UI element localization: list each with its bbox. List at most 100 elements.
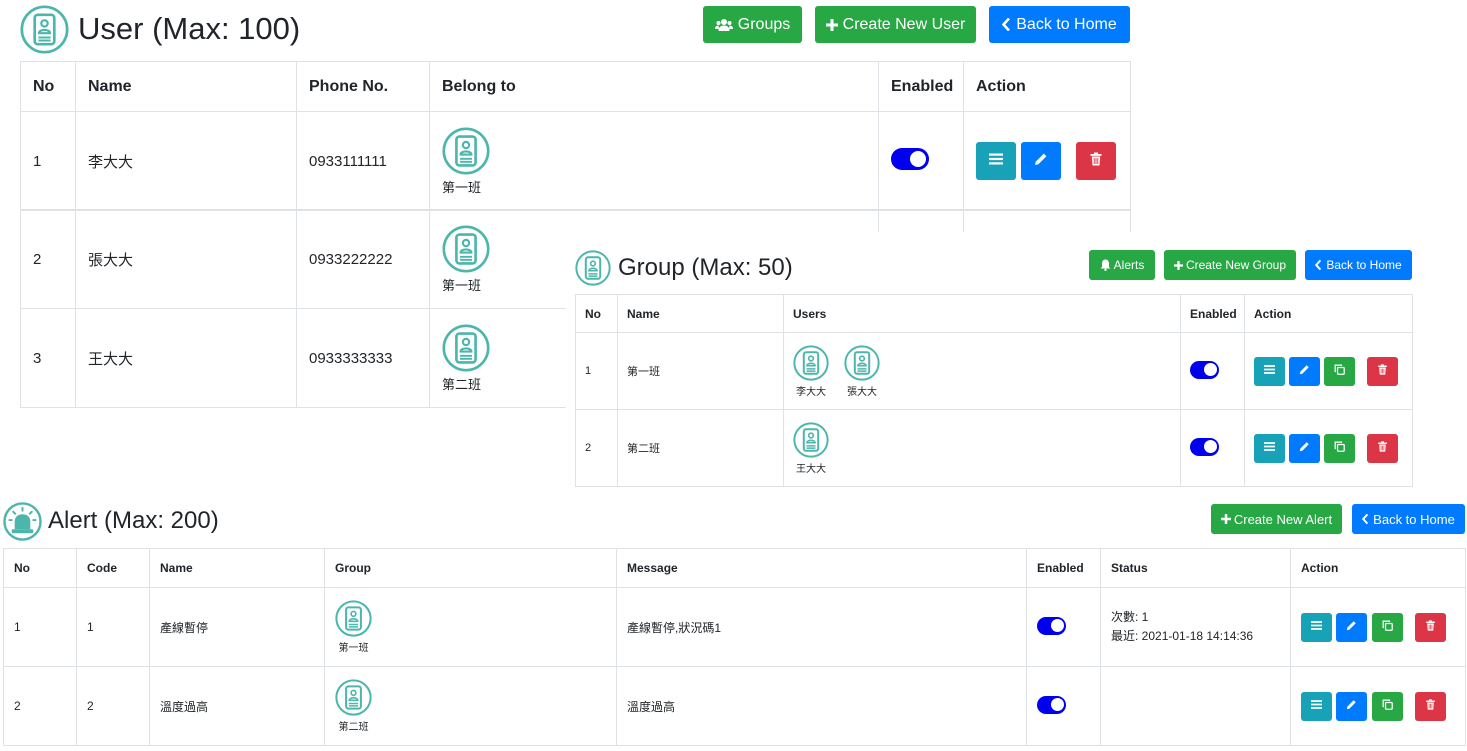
- user-badge-label: 王大大: [796, 463, 826, 475]
- row-group: 第一班: [324, 587, 617, 667]
- group-table: No Name Users Enabled Action 1 第一班 李大大 張…: [575, 294, 1413, 487]
- pencil-icon: [1034, 152, 1048, 170]
- col-header: Status: [1100, 548, 1291, 588]
- edit-button[interactable]: [1021, 142, 1062, 180]
- pencil-icon: [1346, 620, 1357, 634]
- enabled-toggle[interactable]: [1190, 360, 1219, 379]
- group-badge[interactable]: 第二班: [442, 323, 490, 393]
- enabled-toggle[interactable]: [891, 148, 929, 170]
- groups-button[interactable]: Groups: [703, 6, 802, 43]
- row-message: 溫度過高: [616, 666, 1027, 746]
- row-phone: 0933111111: [296, 111, 430, 211]
- group-badge-label: 第一班: [338, 643, 369, 654]
- copy-button[interactable]: [1324, 433, 1356, 463]
- list-button[interactable]: [976, 142, 1016, 180]
- user-badge-label: 張大大: [847, 386, 878, 398]
- col-header: No: [20, 61, 76, 112]
- row-name: 產線暫停: [149, 587, 325, 667]
- back-to-home-label: Back to Home: [1326, 258, 1402, 272]
- user-table-continued: 2 張大大 0933222222 第一班 3 王大大 0933333333 第二…: [0, 209, 1131, 412]
- siren-icon: [3, 501, 42, 541]
- user-badge[interactable]: 張大大: [844, 344, 880, 398]
- create-new-alert-button[interactable]: Create New Alert: [1211, 504, 1342, 534]
- group-badge-label: 第一班: [442, 277, 482, 293]
- group-badge-label: 第二班: [338, 722, 369, 733]
- delete-button[interactable]: [1367, 433, 1399, 463]
- col-header: No: [575, 294, 618, 333]
- alerts-button-label: Alerts: [1113, 258, 1145, 272]
- row-name: 王大大: [75, 308, 297, 408]
- group-panel: Group (Max: 50) Alerts Create New Group …: [566, 232, 1418, 490]
- group-badge-label: 第一班: [442, 179, 482, 195]
- alert-table-header: No Code Name Group Message Enabled Statu…: [3, 548, 1466, 588]
- group-title-text: Group (Max: 50): [618, 254, 793, 281]
- delete-button[interactable]: [1415, 691, 1447, 721]
- create-new-group-label: Create New Group: [1185, 258, 1287, 272]
- group-badge-icon: [442, 224, 490, 273]
- user-title-text: User (Max: 100): [78, 11, 301, 46]
- user-badge[interactable]: 李大大: [793, 344, 829, 398]
- back-to-home-button[interactable]: Back to Home: [1305, 250, 1412, 280]
- plus-icon: [825, 18, 838, 31]
- row-actions: [1290, 666, 1466, 746]
- chevron-left-icon: [1362, 514, 1369, 524]
- user-badge[interactable]: 王大大: [793, 421, 829, 475]
- back-to-home-button[interactable]: Back to Home: [989, 6, 1130, 43]
- edit-button[interactable]: [1289, 433, 1321, 463]
- trash-icon: [1425, 620, 1436, 634]
- copy-icon: [1382, 699, 1393, 713]
- group-title: Group (Max: 50): [575, 249, 793, 287]
- row-users: 王大大: [783, 409, 1181, 487]
- row-users: 李大大 張大大: [783, 332, 1181, 410]
- group-badge[interactable]: 第一班: [335, 600, 372, 654]
- row-code: 1: [76, 587, 150, 667]
- edit-button[interactable]: [1336, 691, 1368, 721]
- status-count: 次數: 1: [1111, 610, 1149, 624]
- copy-button[interactable]: [1371, 691, 1403, 721]
- col-header: Code: [76, 548, 150, 588]
- group-badge[interactable]: 第二班: [335, 679, 372, 733]
- row-actions: [1290, 587, 1466, 667]
- row-no: 2: [575, 409, 618, 487]
- row-actions: [1244, 409, 1413, 487]
- col-header: Name: [149, 548, 325, 588]
- row-code: 2: [76, 666, 150, 746]
- col-header: Group: [324, 548, 617, 588]
- table-row: 2 2 溫度過高 第二班 溫度過高: [3, 666, 1466, 746]
- delete-button[interactable]: [1367, 356, 1399, 386]
- copy-button[interactable]: [1371, 612, 1403, 642]
- create-new-group-button[interactable]: Create New Group: [1164, 250, 1296, 280]
- delete-button[interactable]: [1076, 142, 1117, 180]
- list-button[interactable]: [1301, 691, 1332, 721]
- enabled-toggle[interactable]: [1190, 437, 1219, 456]
- row-group: 第二班: [324, 666, 617, 746]
- group-badge[interactable]: 第一班: [442, 224, 490, 294]
- row-enabled: [1026, 587, 1101, 667]
- alerts-button[interactable]: Alerts: [1089, 250, 1155, 280]
- list-button[interactable]: [1301, 612, 1332, 642]
- list-button[interactable]: [1254, 356, 1285, 386]
- col-header: Phone No.: [296, 61, 430, 112]
- col-header: Enabled: [1180, 294, 1245, 333]
- delete-button[interactable]: [1415, 612, 1447, 642]
- alert-title-text: Alert (Max: 200): [48, 507, 219, 534]
- create-new-user-button[interactable]: Create New User: [815, 6, 976, 43]
- alert-title: Alert (Max: 200): [3, 501, 219, 541]
- row-no: 2: [20, 209, 76, 309]
- edit-button[interactable]: [1289, 356, 1321, 386]
- edit-button[interactable]: [1336, 612, 1368, 642]
- groups-button-label: Groups: [737, 15, 791, 33]
- back-to-home-button[interactable]: Back to Home: [1352, 504, 1465, 534]
- copy-icon: [1334, 364, 1345, 378]
- group-badge[interactable]: 第一班: [442, 126, 490, 196]
- enabled-toggle[interactable]: [1037, 616, 1066, 635]
- create-new-user-label: Create New User: [842, 15, 966, 33]
- col-header: Belong to: [429, 61, 879, 112]
- alert-table: No Code Name Group Message Enabled Statu…: [3, 548, 1466, 746]
- list-button[interactable]: [1254, 433, 1285, 463]
- row-status: 次數: 1 最近: 2021-01-18 14:14:36: [1100, 587, 1291, 667]
- enabled-toggle[interactable]: [1037, 695, 1066, 714]
- trash-icon: [1089, 152, 1103, 170]
- row-no: 2: [3, 666, 77, 746]
- copy-button[interactable]: [1324, 356, 1356, 386]
